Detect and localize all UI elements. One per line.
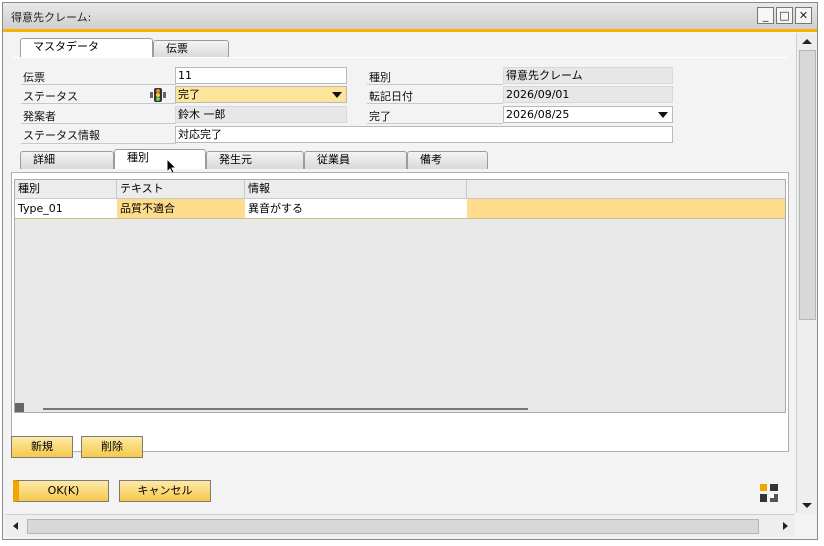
tab-divider <box>11 57 789 58</box>
close-icon[interactable]: ✕ <box>795 7 812 24</box>
tab-label: 備考 <box>420 153 442 166</box>
tab-details[interactable]: 詳細 <box>20 151 114 169</box>
done-date-select[interactable]: 2026/08/25 <box>503 106 673 123</box>
cell-blank <box>467 199 785 219</box>
cell-type[interactable]: Type_01 <box>15 199 117 219</box>
tab-label: 伝票 <box>166 42 188 55</box>
tab-type[interactable]: 種別 <box>114 149 206 169</box>
new-button[interactable]: 新規 <box>11 436 73 458</box>
status-info-label: ステータス情報 <box>23 129 100 142</box>
tab-label: 発生元 <box>219 153 252 166</box>
type-field: 得意先クレーム <box>503 67 673 84</box>
table-row[interactable]: Type_01 品質不適合 異音がする <box>15 180 785 220</box>
type-grid: 種別 テキスト 情報 Type_01 品質不適合 異音がする <box>14 179 786 413</box>
posting-date-label: 転記日付 <box>369 90 413 103</box>
divider <box>367 84 503 85</box>
horizontal-scrollbar[interactable] <box>5 514 795 537</box>
creator-label: 発案者 <box>23 110 56 123</box>
tab-label: 詳細 <box>33 153 55 166</box>
scroll-up-icon[interactable] <box>802 39 812 44</box>
maximize-icon[interactable]: □ <box>776 7 793 24</box>
status-info-field[interactable]: 対応完了 <box>175 126 673 143</box>
cell-info[interactable]: 異音がする <box>245 199 467 219</box>
divider <box>367 103 503 104</box>
status-select[interactable]: 完了 <box>175 86 347 103</box>
expand-icon[interactable] <box>759 483 779 503</box>
form-content: マスタデータ 伝票 伝票 11 ステータス 完了 発案者 鈴木 一郎 ステータス… <box>3 32 795 512</box>
scroll-thumb[interactable] <box>799 50 816 320</box>
tab-document[interactable]: 伝票 <box>153 40 229 58</box>
tab-label: 従業員 <box>317 153 350 166</box>
chevron-down-icon[interactable] <box>658 112 668 118</box>
minimize-icon[interactable]: _ <box>757 7 774 24</box>
grid-horizontal-scrollbar[interactable] <box>43 408 528 410</box>
type-label: 種別 <box>369 71 391 84</box>
type-panel: 種別 テキスト 情報 Type_01 品質不適合 異音がする <box>11 172 789 452</box>
divider <box>367 123 503 124</box>
scroll-thumb[interactable] <box>27 519 759 534</box>
doc-label: 伝票 <box>23 71 45 84</box>
divider <box>21 84 176 85</box>
posting-date-field: 2026/09/01 <box>503 86 673 103</box>
divider <box>21 123 176 124</box>
delete-button[interactable]: 削除 <box>81 436 143 458</box>
scroll-right-icon[interactable] <box>783 522 788 530</box>
tab-employee[interactable]: 従業員 <box>304 151 407 169</box>
cell-text[interactable]: 品質不適合 <box>117 199 245 219</box>
done-label: 完了 <box>369 110 391 123</box>
chevron-down-icon[interactable] <box>332 92 342 98</box>
status-label: ステータス <box>23 90 78 103</box>
tab-label: 種別 <box>127 151 149 164</box>
window-title: 得意先クレーム: <box>11 11 92 24</box>
ok-button[interactable]: OK(K) <box>13 480 109 502</box>
tab-master-data[interactable]: マスタデータ <box>20 38 153 58</box>
tab-origin[interactable]: 発生元 <box>206 151 304 169</box>
cancel-button[interactable]: キャンセル <box>119 480 211 502</box>
divider <box>21 143 176 144</box>
scroll-down-icon[interactable] <box>802 503 812 508</box>
row-selector-icon[interactable] <box>15 403 24 412</box>
scroll-left-icon[interactable] <box>13 522 18 530</box>
doc-number-field[interactable]: 11 <box>175 67 347 84</box>
creator-field: 鈴木 一郎 <box>175 106 347 123</box>
window: 得意先クレーム: _ □ ✕ マスタデータ 伝票 伝票 11 ステータス 完了 … <box>2 2 818 540</box>
traffic-light-icon[interactable] <box>149 87 167 103</box>
title-bar: 得意先クレーム: _ □ ✕ <box>3 3 817 32</box>
divider <box>21 103 176 104</box>
vertical-scrollbar[interactable] <box>796 33 817 513</box>
tab-remarks[interactable]: 備考 <box>407 151 488 169</box>
tab-label: マスタデータ <box>33 40 99 53</box>
